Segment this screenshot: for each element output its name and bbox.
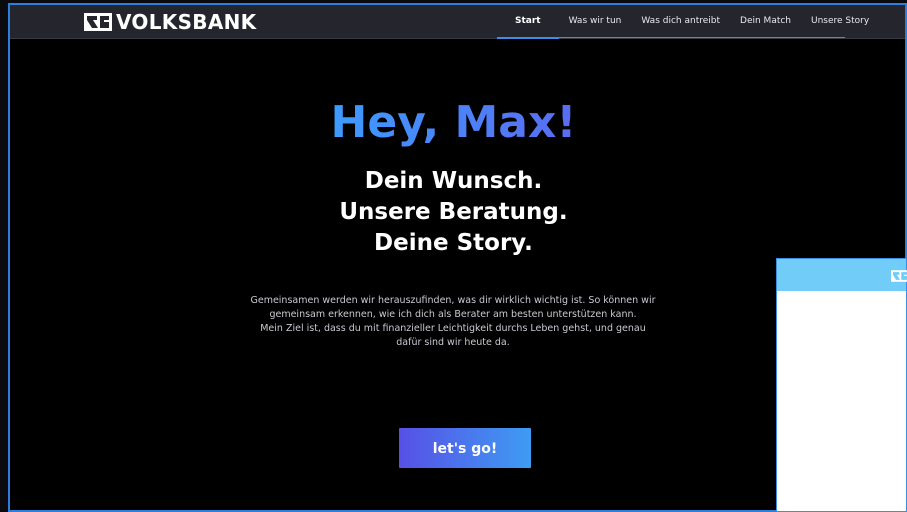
overlay-panel[interactable]	[776, 258, 907, 512]
hero-tagline: Dein Wunsch. Unsere Beratung. Deine Stor…	[0, 166, 907, 259]
lets-go-button[interactable]: let's go!	[399, 428, 531, 468]
volksbank-logo-icon	[84, 13, 112, 31]
nav-item-start[interactable]: Start	[497, 5, 559, 39]
nav-divider	[497, 37, 845, 38]
tagline-line: Deine Story.	[374, 230, 533, 256]
intro-line: gemeinsam erkennen, wie ich dich als Ber…	[269, 309, 637, 320]
overlay-header	[777, 259, 907, 291]
main-nav: Start Was wir tun Was dich antreibt Dein…	[497, 5, 879, 39]
brand-logo[interactable]: VOLKSBANK	[84, 11, 256, 33]
brand-name: VOLKSBANK	[116, 10, 257, 34]
nav-item-dein-match[interactable]: Dein Match	[730, 5, 801, 38]
intro-line: Mein Ziel ist, dass du mit finanzieller …	[260, 323, 646, 334]
hero-intro: Gemeinsamen werden wir herauszufinden, w…	[243, 294, 663, 350]
top-navbar: VOLKSBANK Start Was wir tun Was dich ant…	[10, 5, 905, 39]
tagline-line: Unsere Beratung.	[339, 199, 568, 225]
nav-item-unsere-story[interactable]: Unsere Story	[801, 5, 879, 38]
nav-item-was-dich-antreibt[interactable]: Was dich antreibt	[631, 5, 730, 38]
tagline-line: Dein Wunsch.	[364, 168, 543, 194]
nav-item-was-wir-tun[interactable]: Was wir tun	[559, 5, 632, 38]
greeting-text: Hey, Max!	[330, 97, 577, 148]
volksbank-logo-icon	[891, 270, 907, 282]
hero-greeting: Hey, Max!	[0, 96, 907, 150]
intro-line: dafür sind wir heute da.	[396, 337, 510, 348]
intro-line: Gemeinsamen werden wir herauszufinden, w…	[250, 295, 656, 306]
